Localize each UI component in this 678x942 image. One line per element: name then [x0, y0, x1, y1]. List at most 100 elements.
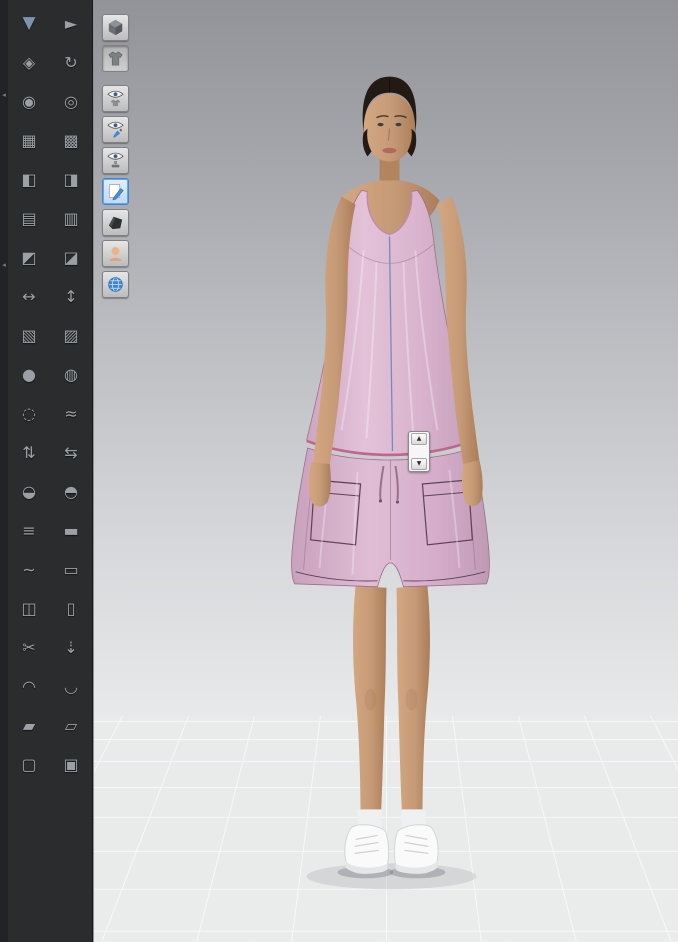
- quilt-tool[interactable]: ▢: [8, 749, 50, 780]
- buttonhole-tool[interactable]: ◌: [8, 398, 50, 429]
- left-toolbar: ▼ ► ◈ ↻ ◉ ◎ ▦ ▩ ◧ ◨ ▤ ▥ ◩ ◪ ↔ ↕ ▧ ▨ ● ◍ ◌ ≈ ⇅ ⇆ ◒ ◓ ≡ ▬ ∼ ▭ ◫ ▯ ✂ ⇣ ◠ ◡ ▰ ▱ ▢ ▣: [8, 0, 93, 942]
- flatten-tool[interactable]: ◩: [8, 242, 50, 273]
- pin-tool[interactable]: ◎: [50, 86, 92, 117]
- avatar-left-hand: [308, 462, 331, 507]
- button-alt-tool-icon: ◍: [64, 364, 78, 384]
- shirt-icon: [106, 49, 125, 68]
- sewing-multi-tool[interactable]: ▥: [50, 203, 92, 234]
- texture-tool[interactable]: ▧: [8, 320, 50, 351]
- measure-tape-tool-icon: ◫: [21, 598, 37, 618]
- pen-3d-tool-icon: ◉: [22, 91, 36, 111]
- select-move-tool-icon: ◈: [22, 52, 36, 72]
- press-tool[interactable]: ▱: [50, 710, 92, 741]
- gizmo-rotate-tool[interactable]: ↻: [50, 47, 92, 78]
- viewport-3d[interactable]: ▲ ▼: [93, 0, 678, 942]
- texture-tool-icon: ▧: [21, 325, 37, 345]
- flatten-tool-icon: ◩: [21, 247, 37, 267]
- binding-tool[interactable]: ⇆: [50, 437, 92, 468]
- shirring-tool-icon: ∼: [22, 559, 36, 579]
- button-alt-tool[interactable]: ◍: [50, 359, 92, 390]
- eye-shirt-icon: [106, 89, 125, 108]
- show-2d-garment-button[interactable]: [102, 45, 129, 72]
- fuse-tool[interactable]: ◡: [50, 671, 92, 702]
- sewing-edit-tool-icon: ▦: [21, 130, 37, 150]
- pin-tool-icon: ◎: [64, 91, 78, 111]
- zipper-up-button[interactable]: ▲: [411, 433, 427, 445]
- layer-tool-icon: ▭: [63, 559, 79, 579]
- scissors-tool[interactable]: ✂: [8, 632, 50, 663]
- measure-move-tool-icon: ↔: [22, 286, 36, 306]
- measure-tape-tool[interactable]: ◫: [8, 593, 50, 624]
- fold-line-tool-icon: ▬: [63, 520, 79, 540]
- solidify-tool-icon: ▰: [22, 715, 36, 735]
- sewing-edit-tool[interactable]: ▦: [8, 125, 50, 156]
- arrange-tool[interactable]: ▤: [8, 203, 50, 234]
- pose-flag-tool[interactable]: ◪: [50, 242, 92, 273]
- elastic-tool[interactable]: ≈: [50, 398, 92, 429]
- fold-arrange-tool[interactable]: ◧: [8, 164, 50, 195]
- solidify-tool[interactable]: ▰: [8, 710, 50, 741]
- grain-tool-icon: ↕: [64, 286, 78, 306]
- tack-tool[interactable]: ▩: [50, 125, 92, 156]
- piping-tool-icon: ◓: [64, 481, 78, 501]
- sewing-multi-tool-icon: ▥: [63, 208, 79, 228]
- show-stamp-button[interactable]: [102, 147, 129, 174]
- panel-collapse-strip: ◂ ◂: [0, 0, 8, 942]
- zipper-down-button[interactable]: ▼: [411, 458, 427, 470]
- pattern-tool[interactable]: ▣: [50, 749, 92, 780]
- sewing-free-tool[interactable]: ◨: [50, 164, 92, 195]
- pose-avatar-tool[interactable]: ►: [50, 8, 92, 39]
- buttonhole-tool-icon: ◌: [22, 403, 36, 423]
- zipper-slider[interactable]: ▲ ▼: [408, 431, 430, 472]
- select-move-tool[interactable]: ◈: [8, 47, 50, 78]
- avatar-head-icon: [106, 244, 125, 263]
- simulate-tool-icon: ▼: [22, 13, 36, 33]
- gizmo-rotate-tool-icon: ↻: [64, 52, 78, 72]
- panel-collapse-handle-bottom[interactable]: ◂: [0, 260, 8, 270]
- dark-shape-icon: [106, 213, 125, 232]
- topstitch-tool[interactable]: ≡: [8, 515, 50, 546]
- binding-tool-icon: ⇆: [64, 442, 78, 462]
- shirring-tool[interactable]: ∼: [8, 554, 50, 585]
- pattern-tool-icon: ▣: [63, 754, 79, 774]
- simulate-tool[interactable]: ▼: [8, 8, 50, 39]
- padding-tool-icon: ◒: [22, 481, 36, 501]
- eye-brush-icon: [106, 120, 125, 139]
- button-tool[interactable]: ●: [8, 359, 50, 390]
- padding-tool[interactable]: ◒: [8, 476, 50, 507]
- show-environment-button[interactable]: [102, 271, 129, 298]
- trim-tool[interactable]: ⇣: [50, 632, 92, 663]
- zipper-tool[interactable]: ⇅: [8, 437, 50, 468]
- show-garment-fit-button[interactable]: [102, 85, 129, 112]
- fold-arrange-tool-icon: ◧: [21, 169, 37, 189]
- panel-collapse-handle-top[interactable]: ◂: [0, 90, 8, 100]
- pose-avatar-tool-icon: ►: [64, 13, 78, 33]
- fuse-tool-icon: ◡: [64, 676, 78, 696]
- scene-canvas[interactable]: [94, 0, 678, 942]
- quilt-tool-icon: ▢: [21, 754, 37, 774]
- layer-tool[interactable]: ▭: [50, 554, 92, 585]
- measure-move-tool[interactable]: ↔: [8, 281, 50, 312]
- pen-3d-tool[interactable]: ◉: [8, 86, 50, 117]
- globe-icon: [106, 275, 125, 294]
- topstitch-tool-icon: ≡: [22, 520, 36, 540]
- fold-line-tool[interactable]: ▬: [50, 515, 92, 546]
- grain-tool[interactable]: ↕: [50, 281, 92, 312]
- show-3d-garment-button[interactable]: [102, 14, 129, 41]
- measure-avatar-tool[interactable]: ▯: [50, 593, 92, 624]
- pose-flag-tool-icon: ◪: [63, 247, 79, 267]
- trim-tool-icon: ⇣: [64, 637, 78, 657]
- show-texture-button[interactable]: [102, 116, 129, 143]
- show-stitches-button[interactable]: [102, 178, 129, 205]
- cube-icon: [106, 18, 125, 37]
- piping-tool[interactable]: ◓: [50, 476, 92, 507]
- show-avatar-button[interactable]: [102, 240, 129, 267]
- measure-avatar-tool-icon: ▯: [66, 598, 76, 618]
- sewing-free-tool-icon: ◨: [63, 169, 79, 189]
- show-trims-button[interactable]: [102, 209, 129, 236]
- scissors-tool-icon: ✂: [22, 637, 36, 657]
- steam-tool[interactable]: ◠: [8, 671, 50, 702]
- checker-flag-tool-icon: ▨: [63, 325, 79, 345]
- checker-flag-tool[interactable]: ▨: [50, 320, 92, 351]
- press-tool-icon: ▱: [64, 715, 78, 735]
